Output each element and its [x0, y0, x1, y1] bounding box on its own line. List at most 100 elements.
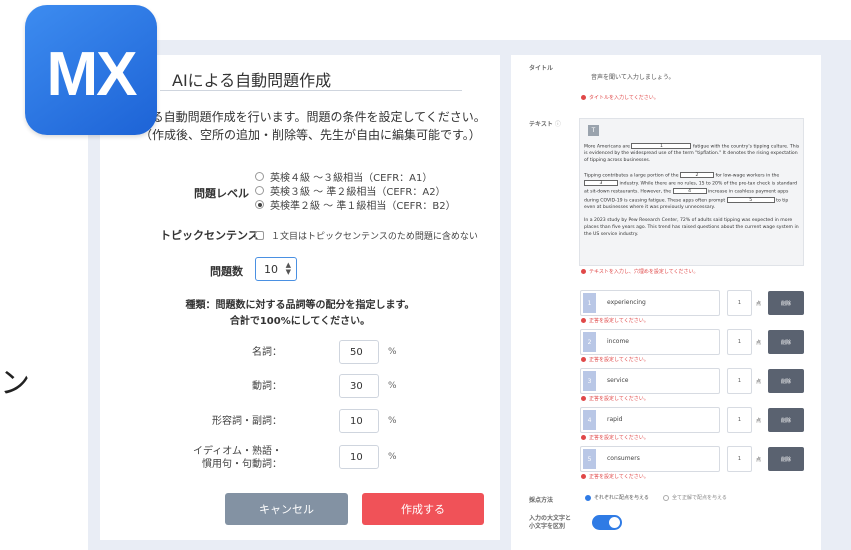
spinner-icon[interactable]: ▲ ▼	[286, 262, 291, 276]
scoring-label: 採点方法	[529, 497, 554, 504]
error-text: 正答を設定してください。	[589, 357, 649, 363]
points-unit: 点	[756, 457, 762, 463]
scoring-option-label: 全て正解で配点を与える	[672, 495, 727, 501]
delete-button[interactable]: 削除	[768, 369, 804, 393]
answer-error: 正答を設定してください。	[581, 395, 649, 402]
noun-percent-input[interactable]: 50	[339, 340, 379, 364]
percent-unit: %	[388, 347, 397, 357]
answer-number: 1	[583, 293, 596, 313]
dialog-description: よる自動問題作成を行います。問題の条件を設定してください。 （作成後、空所の追加…	[140, 108, 490, 144]
points-input[interactable]: 1	[727, 407, 752, 433]
blank-2[interactable]: 2	[680, 171, 715, 178]
delete-button[interactable]: 削除	[768, 447, 804, 471]
error-icon	[581, 357, 586, 362]
blank-4[interactable]: 4	[672, 188, 707, 195]
radio-icon	[255, 172, 264, 181]
level-label: 問題レベル	[194, 187, 249, 200]
blank-1[interactable]: 1	[631, 143, 692, 149]
create-button[interactable]: 作成する	[362, 493, 484, 525]
blank-5[interactable]: 5	[726, 196, 775, 203]
radio-icon	[255, 186, 264, 195]
scoring-option-each[interactable]: それぞれに配点を与える	[585, 494, 649, 501]
error-text: テキストを入力し、穴埋めを設定してください。	[589, 269, 699, 275]
error-text: 正答を設定してください。	[589, 318, 649, 324]
passage-segment: for low-wage workers in the	[715, 173, 780, 179]
title-divider	[160, 90, 462, 91]
answer-row-4: 4 rapid 1 点 削除	[580, 407, 808, 433]
verb-percent-input[interactable]: 30	[339, 374, 379, 398]
case-label-line-2: 小文字を区別	[529, 523, 566, 530]
radio-icon	[663, 494, 669, 501]
answer-row-2: 2 income 1 点 削除	[580, 329, 808, 355]
stray-glyph: ン	[0, 366, 30, 401]
distribution-title-line-2: 合計で100%にしてください。	[229, 316, 371, 327]
error-icon	[581, 396, 586, 401]
delete-button[interactable]: 削除	[768, 330, 804, 354]
info-icon[interactable]: ⓘ	[555, 121, 561, 128]
points-unit: 点	[756, 301, 762, 307]
level-option-label: 英検準２級 ～ 準１級相当（CEFR：B2）	[270, 201, 456, 212]
level-option-a1[interactable]: 英検４級 ～３級相当（CEFR：A1）	[255, 169, 432, 184]
delete-button[interactable]: 削除	[768, 408, 804, 432]
points-unit: 点	[756, 379, 762, 385]
error-icon	[581, 318, 586, 323]
pos-label-noun: 名詞：	[132, 346, 282, 359]
answer-word: experiencing	[607, 299, 646, 306]
error-icon	[581, 95, 586, 100]
points-unit: 点	[756, 340, 762, 346]
case-sensitive-label: 入力の大文字と 小文字を区別	[529, 515, 571, 531]
percent-unit: %	[388, 416, 397, 426]
topic-checkbox-row[interactable]: １文目はトピックセンテンスのため問題に含めない	[255, 229, 478, 242]
question-editor-panel: タイトル 音声を聞いて入力しましょう。 タイトルを入力してください。 テキスト …	[511, 55, 821, 550]
answer-number: 2	[583, 332, 596, 352]
level-option-a2[interactable]: 英検３級 ～ 準２級相当（CEFR：A2）	[255, 183, 446, 198]
pos-label-text: 形容詞・副詞：	[212, 416, 282, 427]
passage-segment: In a 2023 study by Pew Research Center, …	[584, 218, 799, 238]
adjective-percent-input[interactable]: 10	[339, 409, 379, 433]
pos-label-adjective: 形容詞・副詞：	[132, 415, 282, 428]
topic-option-label: １文目はトピックセンテンスのため問題に含めない	[271, 232, 478, 242]
answer-number: 5	[583, 449, 596, 469]
points-input[interactable]: 1	[727, 290, 752, 316]
answer-word: service	[607, 377, 629, 384]
blank-3[interactable]: 3	[584, 179, 618, 186]
distribution-title: 種類：問題数に対する品詞等の配分を指定します。 合計で100%にしてください。	[100, 298, 500, 330]
answer-input[interactable]	[580, 290, 720, 316]
answer-row-5: 5 consumers 1 点 削除	[580, 446, 808, 472]
error-text: タイトルを入力してください。	[589, 95, 659, 101]
points-input[interactable]: 1	[727, 368, 752, 394]
question-count-stepper[interactable]: 10 ▲ ▼	[255, 257, 297, 281]
answer-input[interactable]	[580, 368, 720, 394]
case-label-line-1: 入力の大文字と	[529, 515, 572, 522]
checkbox-icon	[255, 231, 264, 240]
title-label: タイトル	[529, 65, 554, 72]
title-error: タイトルを入力してください。	[581, 94, 659, 101]
answer-error: 正答を設定してください。	[581, 356, 649, 363]
answer-input[interactable]	[580, 407, 720, 433]
error-text: 正答を設定してください。	[589, 435, 649, 441]
scoring-option-all[interactable]: 全て正解で配点を与える	[663, 494, 727, 501]
passage-text: More Americans are 1 fatigue with the co…	[584, 143, 800, 239]
error-icon	[581, 474, 586, 479]
text-format-button[interactable]: T	[588, 125, 599, 136]
text-editor[interactable]: T More Americans are 1 fatigue with the …	[579, 118, 804, 266]
answer-word: income	[607, 338, 629, 345]
level-option-b2[interactable]: 英検準２級 ～ 準１級相当（CEFR：B2）	[255, 197, 456, 212]
case-sensitive-toggle[interactable]	[592, 515, 622, 530]
points-input[interactable]: 1	[727, 329, 752, 355]
title-input[interactable]: 音声を聞いて入力しましょう。	[591, 72, 674, 81]
answer-input[interactable]	[580, 329, 720, 355]
dialog-title: AIによる自動問題作成	[172, 71, 332, 90]
answer-input[interactable]	[580, 446, 720, 472]
idiom-percent-input[interactable]: 10	[339, 445, 379, 469]
radio-selected-icon	[585, 494, 591, 501]
cancel-button[interactable]: キャンセル	[225, 493, 348, 525]
answer-word: consumers	[607, 455, 640, 462]
passage-segment: More Americans are	[584, 144, 630, 150]
delete-button[interactable]: 削除	[768, 291, 804, 315]
description-line-1: よる自動問題作成を行います。問題の条件を設定してください。	[140, 110, 486, 124]
points-input[interactable]: 1	[727, 446, 752, 472]
level-option-label: 英検３級 ～ 準２級相当（CEFR：A2）	[270, 187, 446, 198]
pos-label-text: 名詞：	[252, 347, 282, 358]
pos-label-text: 動詞：	[252, 381, 282, 392]
